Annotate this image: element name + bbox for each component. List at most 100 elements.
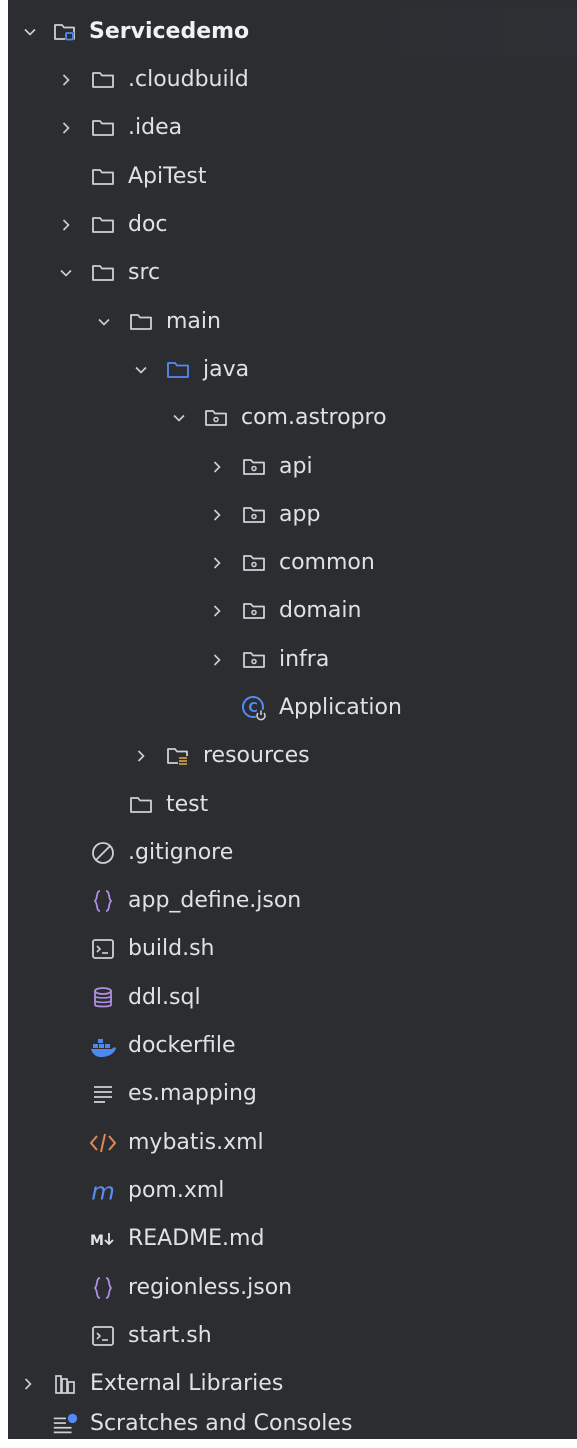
tree-node-label: domain: [279, 598, 362, 623]
project-tool-window: Servicedemo .cloudbuild .idea ApiTest do…: [8, 0, 577, 1439]
source-root-folder-icon: [164, 356, 192, 384]
docker-icon: [89, 1032, 117, 1060]
tree-node-app[interactable]: app: [8, 491, 577, 539]
tree-node-label: README.md: [128, 1226, 265, 1251]
chevron-down-icon[interactable]: [21, 23, 39, 41]
shell-script-icon: [89, 935, 117, 963]
tree-node-servicedemo[interactable]: Servicedemo: [8, 8, 577, 56]
external-libraries-icon: [51, 1370, 79, 1398]
module-icon: [51, 18, 79, 46]
package-icon: [240, 646, 268, 674]
tree-node-src[interactable]: src: [8, 249, 577, 297]
json-icon: [89, 1274, 117, 1302]
tree-node-infra[interactable]: infra: [8, 636, 577, 684]
tree-node-label: start.sh: [128, 1323, 212, 1348]
tree-node-label: ddl.sql: [128, 985, 201, 1010]
markdown-icon: M: [89, 1225, 117, 1253]
chevron-right-icon[interactable]: [208, 651, 226, 669]
chevron-right-icon[interactable]: [57, 71, 75, 89]
folder-icon: [89, 66, 117, 94]
xml-icon: [89, 1129, 117, 1157]
chevron-right-icon[interactable]: [57, 216, 75, 234]
sql-database-icon: [89, 984, 117, 1012]
tree-node-regionless-json[interactable]: regionless.json: [8, 1264, 577, 1312]
tree-node-common[interactable]: common: [8, 539, 577, 587]
folder-icon: [127, 308, 155, 336]
tree-node-doc[interactable]: doc: [8, 201, 577, 249]
chevron-right-icon[interactable]: [208, 602, 226, 620]
tree-node-domain[interactable]: domain: [8, 587, 577, 635]
tree-node-label: infra: [279, 647, 330, 672]
tree-node-application[interactable]: C Application: [8, 684, 577, 732]
tree-node-readme-md[interactable]: M README.md: [8, 1215, 577, 1263]
chevron-down-icon[interactable]: [95, 313, 113, 331]
scratches-icon: [51, 1410, 79, 1438]
tree-node-cloudbuild[interactable]: .cloudbuild: [8, 56, 577, 104]
svg-text:M: M: [90, 1233, 104, 1249]
tree-node-main[interactable]: main: [8, 298, 577, 346]
tree-node-label: .idea: [128, 115, 183, 140]
tree-node-label: src: [128, 260, 161, 285]
chevron-right-icon[interactable]: [57, 119, 75, 137]
package-icon: [240, 501, 268, 529]
tree-node-es-mapping[interactable]: es.mapping: [8, 1070, 577, 1118]
tree-node-label: main: [166, 309, 221, 334]
resources-root-folder-icon: [164, 742, 192, 770]
tree-node-label: es.mapping: [128, 1081, 257, 1106]
tree-node-java[interactable]: java: [8, 346, 577, 394]
package-icon: [240, 597, 268, 625]
tree-node-label: Servicedemo: [89, 19, 250, 44]
window-edge: [0, 0, 8, 1439]
tree-node-gitignore[interactable]: .gitignore: [8, 829, 577, 877]
tree-node-api[interactable]: api: [8, 443, 577, 491]
tree-node-label: Scratches and Consoles: [90, 1411, 353, 1436]
tree-node-app-define-json[interactable]: app_define.json: [8, 877, 577, 925]
tree-node-label: .cloudbuild: [128, 67, 249, 92]
chevron-down-icon[interactable]: [132, 361, 150, 379]
tree-node-label: app: [279, 502, 321, 527]
chevron-right-icon[interactable]: [208, 506, 226, 524]
tree-node-build-sh[interactable]: build.sh: [8, 925, 577, 973]
chevron-right-icon[interactable]: [208, 554, 226, 572]
package-icon: [202, 404, 230, 432]
tree-node-label: mybatis.xml: [128, 1130, 264, 1155]
svg-text:m: m: [91, 1178, 115, 1204]
tree-node-label: test: [166, 792, 209, 817]
shell-script-icon: [89, 1322, 117, 1350]
chevron-down-icon[interactable]: [170, 409, 188, 427]
tree-node-label: java: [203, 357, 250, 382]
chevron-down-icon[interactable]: [57, 264, 75, 282]
tree-node-dockerfile[interactable]: dockerfile: [8, 1022, 577, 1070]
tree-node-com-astropro[interactable]: com.astropro: [8, 394, 577, 442]
tree-node-label: Application: [279, 695, 402, 720]
tree-node-resources[interactable]: resources: [8, 732, 577, 780]
tree-node-label: resources: [203, 743, 310, 768]
tree-node-label: .gitignore: [128, 840, 234, 865]
chevron-right-icon[interactable]: [208, 458, 226, 476]
tree-node-pom-xml[interactable]: m pom.xml: [8, 1167, 577, 1215]
tree-node-scratches-and-consoles[interactable]: Scratches and Consoles: [8, 1400, 577, 1448]
chevron-right-icon[interactable]: [132, 747, 150, 765]
gitignore-icon: [89, 839, 117, 867]
tree-node-label: ApiTest: [128, 164, 207, 189]
package-icon: [240, 549, 268, 577]
tree-node-apitest[interactable]: ApiTest: [8, 153, 577, 201]
tree-node-start-sh[interactable]: start.sh: [8, 1312, 577, 1360]
tree-node-ddl-sql[interactable]: ddl.sql: [8, 974, 577, 1022]
maven-icon: m: [89, 1177, 117, 1205]
folder-icon: [89, 211, 117, 239]
tree-node-label: build.sh: [128, 936, 215, 961]
tree-node-test[interactable]: test: [8, 781, 577, 829]
tree-node-mybatis-xml[interactable]: mybatis.xml: [8, 1119, 577, 1167]
tree-node-label: pom.xml: [128, 1178, 225, 1203]
spring-boot-application-icon: C: [240, 694, 268, 722]
package-icon: [240, 453, 268, 481]
chevron-right-icon[interactable]: [19, 1375, 37, 1393]
json-icon: [89, 887, 117, 915]
tree-node-label: regionless.json: [128, 1275, 293, 1300]
folder-icon: [127, 791, 155, 819]
folder-icon: [89, 163, 117, 191]
tree-node-label: doc: [128, 212, 168, 237]
folder-icon: [89, 114, 117, 142]
tree-node-idea[interactable]: .idea: [8, 104, 577, 152]
